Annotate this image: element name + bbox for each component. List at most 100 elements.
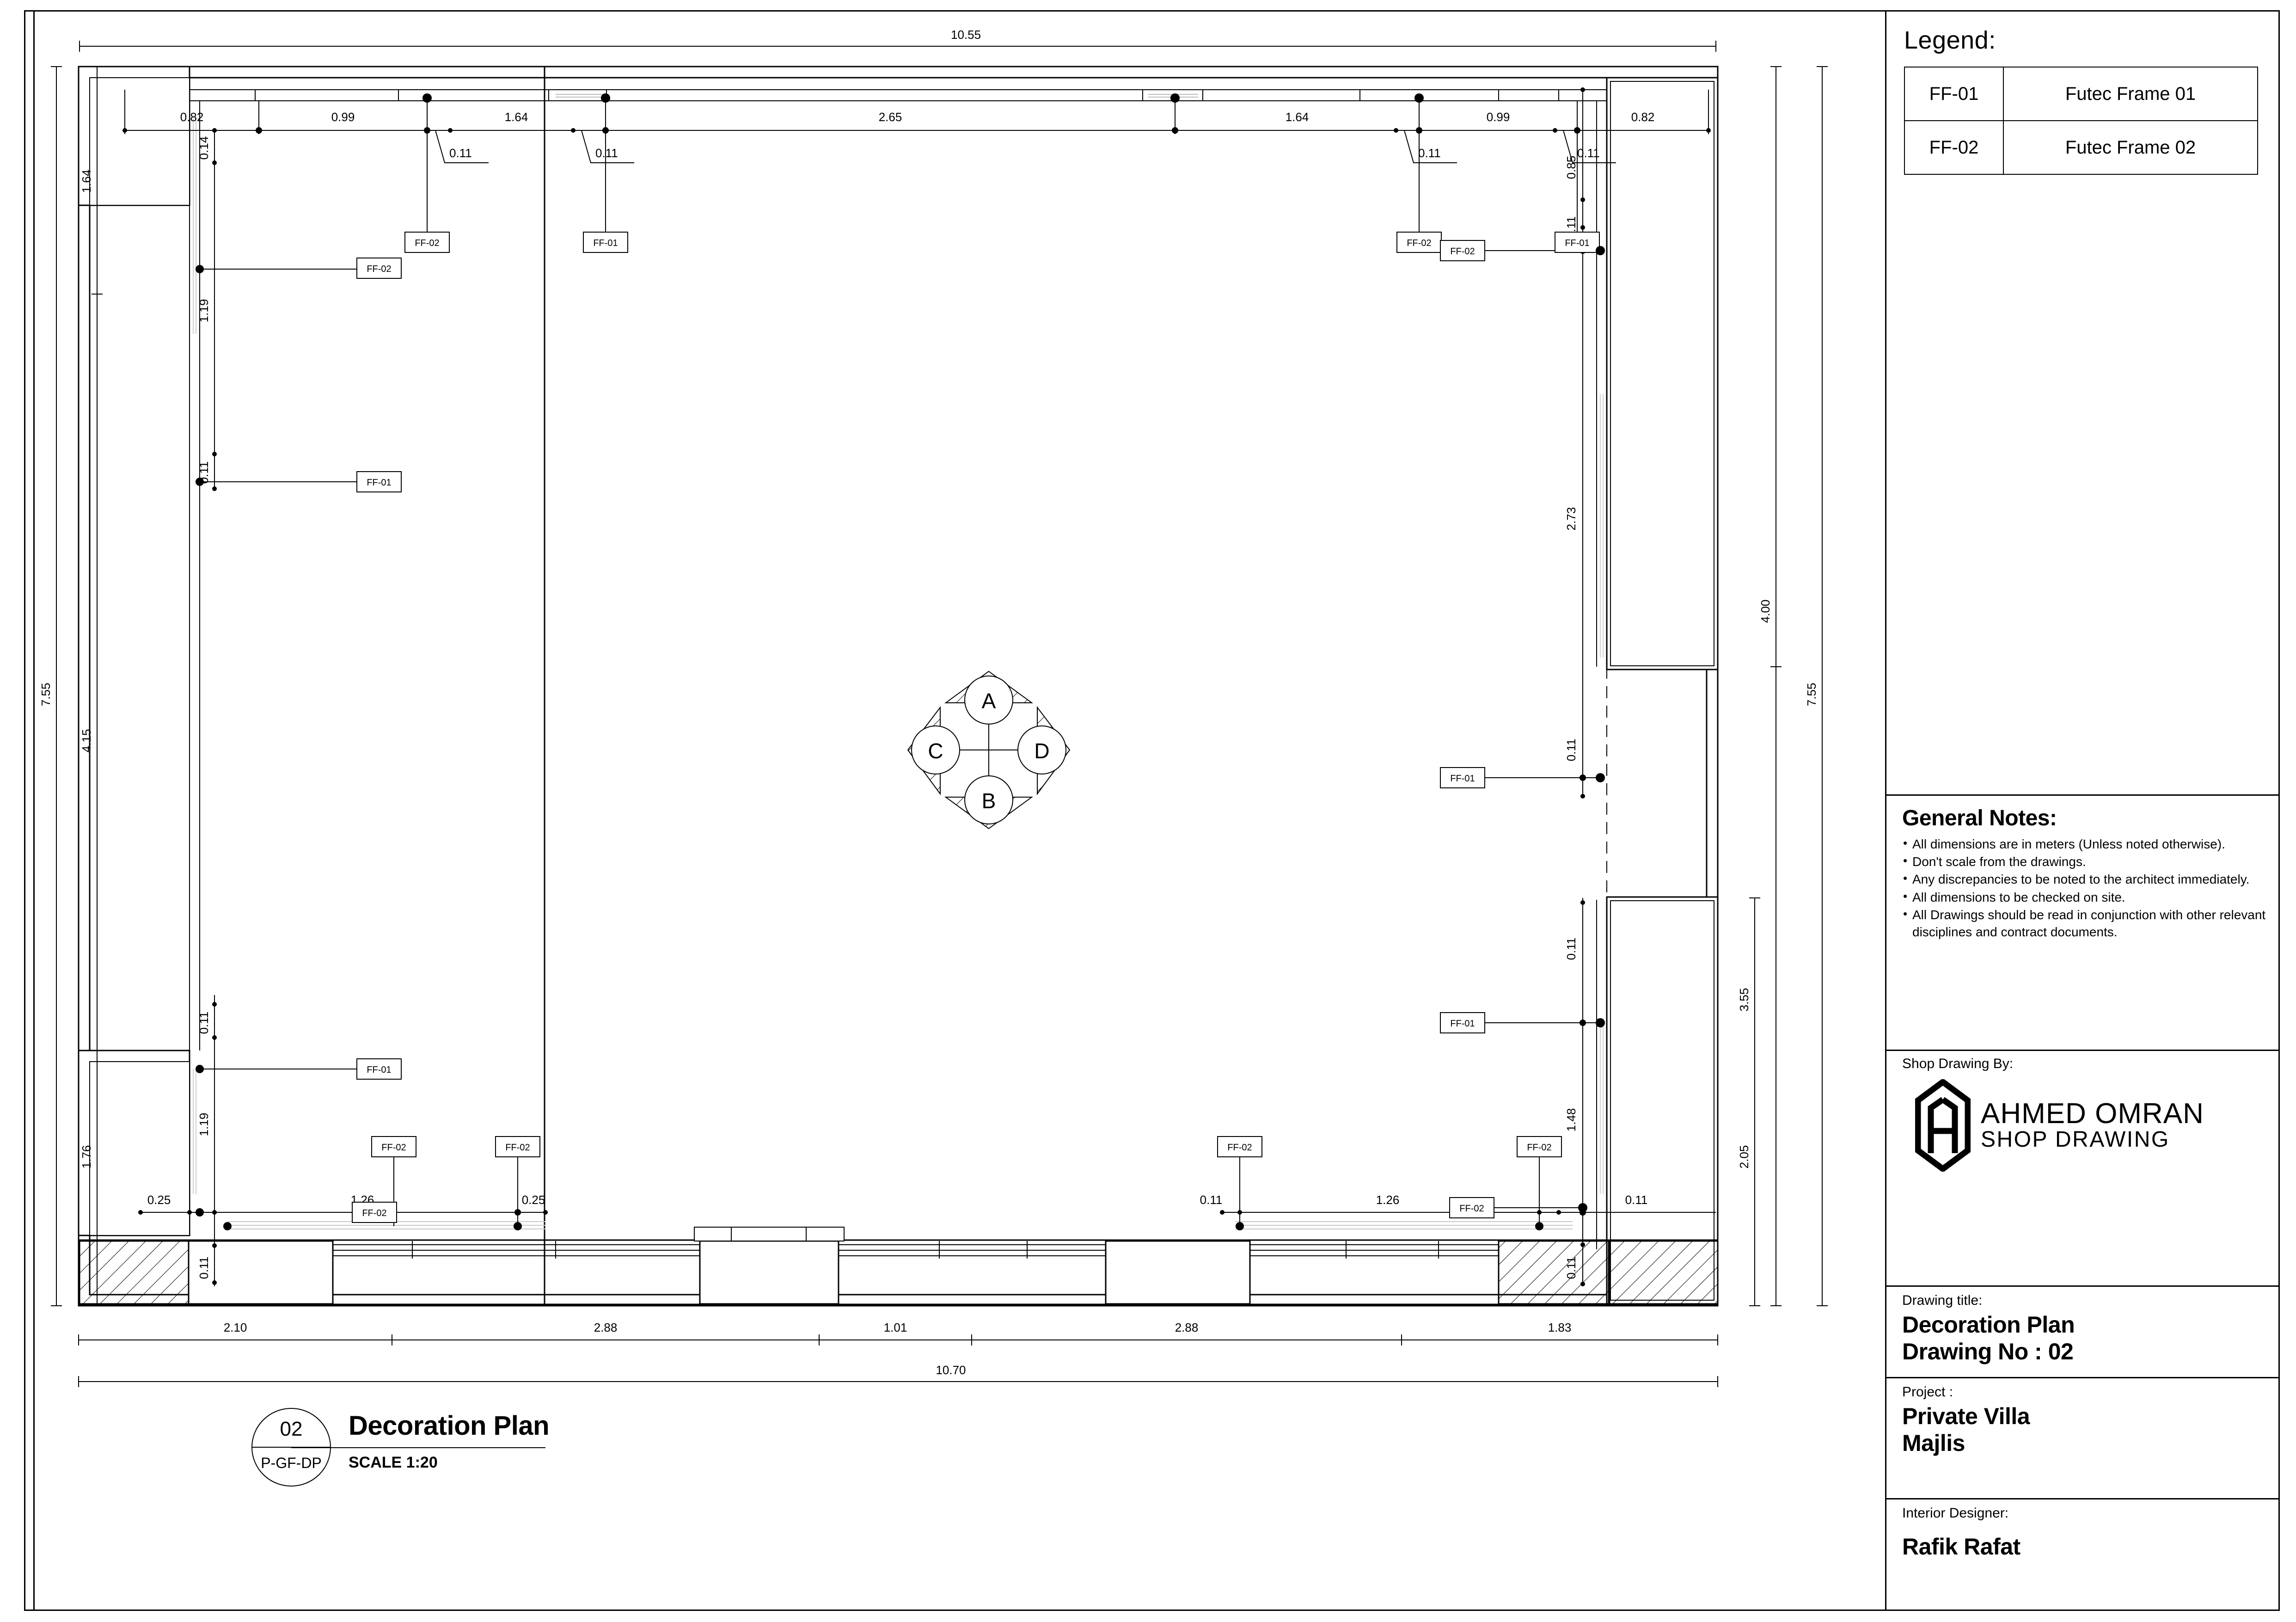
legend-heading: Legend: <box>1904 26 1996 54</box>
company-tagline: SHOP DRAWING <box>1981 1127 2170 1152</box>
frame-tag[interactable]: FF-01 <box>1440 1012 1485 1033</box>
elevation-marker-B-label: B <box>982 789 996 813</box>
left-wall-glazing <box>193 117 196 1194</box>
frame-tag[interactable]: FF-02 <box>371 1136 416 1157</box>
dim-top-offset-labels: 0.11 0.11 0.11 0.11 <box>449 146 1600 160</box>
legend-code: FF-02 <box>1904 120 2004 175</box>
dim-top-seg-6: 0.82 <box>1631 110 1655 124</box>
frame-tag[interactable]: FF-02 <box>1449 1197 1494 1218</box>
dim-top-overall-label: 10.55 <box>951 28 981 42</box>
cabinet-bottom-2 <box>699 1240 839 1305</box>
project-section: Project : Private Villa Majlis <box>1886 1377 2280 1456</box>
right-wall-lining <box>1596 101 1607 1249</box>
frame-tag[interactable]: FF-02 <box>1217 1136 1262 1157</box>
dim-bottom-seg-3: 2.88 <box>1175 1321 1199 1334</box>
frame-tag[interactable]: FF-02 <box>356 258 402 279</box>
floor-plan-drawing[interactable]: 10.55 A B C D 0.82 0.99 1.64 2.65 1.64 0… <box>33 10 1885 1611</box>
plan-callout-number: 02 <box>280 1418 303 1440</box>
frame-tag[interactable]: FF-01 <box>356 1058 402 1080</box>
dim-int-left-1: 1.19 <box>197 299 211 323</box>
frame-tag[interactable]: FF-01 <box>356 471 402 492</box>
frame-tag-label: FF-02 <box>415 238 439 248</box>
frame-tag-label: FF-01 <box>367 478 391 488</box>
dim-int-right-2: 2.73 <box>1564 507 1578 531</box>
drawing-title-label: Drawing title: <box>1902 1293 1983 1308</box>
frame-tag-label: FF-01 <box>1450 774 1475 784</box>
frame-tag[interactable]: FF-02 <box>1396 232 1442 253</box>
dim-int-right-7: 1.26 <box>1376 1193 1400 1207</box>
dim-int-right-3: 0.11 <box>1564 739 1578 762</box>
frame-tag-label: FF-02 <box>381 1143 406 1153</box>
designer-name: Rafik Rafat <box>1902 1534 2020 1560</box>
dim-bottom-overall <box>78 1376 1718 1387</box>
project-name-line2: Majlis <box>1902 1430 1965 1456</box>
company-name: AHMED OMRAN <box>1981 1098 2204 1130</box>
dim-bottom-chain <box>78 1334 1718 1346</box>
frame-tag-label: FF-01 <box>1565 238 1589 248</box>
dim-bottom-seg-0: 2.10 <box>224 1321 247 1334</box>
frame-tag[interactable]: FF-02 <box>495 1136 540 1157</box>
frame-tags: FF-02 FF-02 FF-01 FF-02 FF-01 FF-02 FF-0… <box>352 232 1600 1223</box>
frame-tag-label: FF-02 <box>1527 1143 1551 1153</box>
elevation-marker-C[interactable]: C <box>907 706 960 796</box>
dim-top-offset-0: 0.11 <box>449 146 472 160</box>
frame-tag[interactable]: FF-01 <box>1440 767 1485 788</box>
dim-int-right-9: 0.11 <box>1564 1257 1578 1279</box>
right-wall-glazing <box>1600 394 1604 1194</box>
dim-top-seg-4: 1.64 <box>1286 110 1309 124</box>
frame-tag-label: FF-02 <box>1459 1204 1484 1214</box>
dim-bottom-seg-2: 1.01 <box>884 1321 907 1334</box>
frame-tag[interactable]: FF-02 <box>352 1202 397 1223</box>
frame-tag-label: FF-02 <box>1407 238 1431 248</box>
dim-right-seg-0: 4.00 <box>1758 600 1772 623</box>
frame-tag-label: FF-02 <box>362 1208 386 1218</box>
title-block-panel: Legend: FF-01 Futec Frame 01 FF-02 Futec… <box>1885 10 2280 1611</box>
legend-description: Futec Frame 02 <box>2003 120 2258 175</box>
elevation-marker-D[interactable]: D <box>1017 706 1071 796</box>
alcove-upper-right <box>1606 77 1719 670</box>
frame-tag[interactable]: FF-02 <box>404 232 450 253</box>
drawing-sheet: 10.55 A B C D 0.82 0.99 1.64 2.65 1.64 0… <box>0 0 2296 1622</box>
plan-title-callout[interactable]: 02 P-GF-DP Decoration Plan SCALE 1:20 <box>251 1407 667 1490</box>
elevation-marker-C-label: C <box>928 739 943 763</box>
designer-label: Interior Designer: <box>1902 1505 2009 1521</box>
elevation-marker-A[interactable]: A <box>944 670 1034 725</box>
frame-tag-label: FF-01 <box>593 238 618 248</box>
dim-bottom-seg-1: 2.88 <box>594 1321 618 1334</box>
dim-right-chain-inner <box>1770 67 1782 667</box>
dim-int-left-3: 0.11 <box>197 1012 211 1034</box>
dim-int-left-4: 1.19 <box>197 1113 211 1137</box>
dim-int-right-4: 0.11 <box>1564 938 1578 960</box>
dim-top-seg-2: 1.64 <box>505 110 528 124</box>
alcove-lower-left <box>78 1050 190 1236</box>
legend-table: FF-01 Futec Frame 01 FF-02 Futec Frame 0… <box>1904 67 2258 175</box>
dim-top-offset-3: 0.11 <box>1577 146 1600 160</box>
dim-top-offset-2: 0.11 <box>1418 146 1441 160</box>
frame-tag-label: FF-01 <box>367 1065 391 1075</box>
frame-tag-label: FF-02 <box>505 1143 530 1153</box>
plan-callout-scale: SCALE 1:20 <box>349 1454 438 1471</box>
plan-callout-title: Decoration Plan <box>349 1411 550 1441</box>
dim-int-left-0: 0.14 <box>197 136 211 160</box>
dim-left-seg-1: 4.15 <box>80 729 93 753</box>
company-logo-icon <box>1915 1079 1971 1172</box>
cabinet-caps <box>694 1227 845 1241</box>
frame-tag[interactable]: FF-02 <box>1517 1136 1562 1157</box>
dim-int-left-8: 0.11 <box>197 1257 211 1279</box>
dim-int-right-5: 1.48 <box>1564 1108 1578 1132</box>
floor-plan-svg: 10.55 A B C D 0.82 0.99 1.64 2.65 1.64 0… <box>39 28 1828 1387</box>
hatched-pier-right2 <box>1498 1240 1610 1305</box>
dim-top-offset-1: 0.11 <box>595 146 618 160</box>
elevation-marker-A-label: A <box>982 689 996 713</box>
dim-int-right-8: 0.11 <box>1625 1193 1648 1207</box>
frame-tag[interactable]: FF-01 <box>583 232 628 253</box>
frame-tag[interactable]: FF-02 <box>1440 240 1485 261</box>
dim-right-seg-1: 3.55 <box>1737 988 1751 1012</box>
junction-dots <box>196 93 1605 1230</box>
dim-top-seg-3: 2.65 <box>879 110 902 124</box>
dim-left-overall-label: 7.55 <box>39 683 53 707</box>
drawing-title-section: Drawing title: Decoration Plan Drawing N… <box>1886 1285 2280 1365</box>
elevation-marker-B[interactable]: B <box>944 775 1034 829</box>
frame-tag[interactable]: FF-01 <box>1555 232 1600 253</box>
dim-top-segment-labels: 0.82 0.99 1.64 2.65 1.64 0.99 0.82 <box>180 110 1655 124</box>
